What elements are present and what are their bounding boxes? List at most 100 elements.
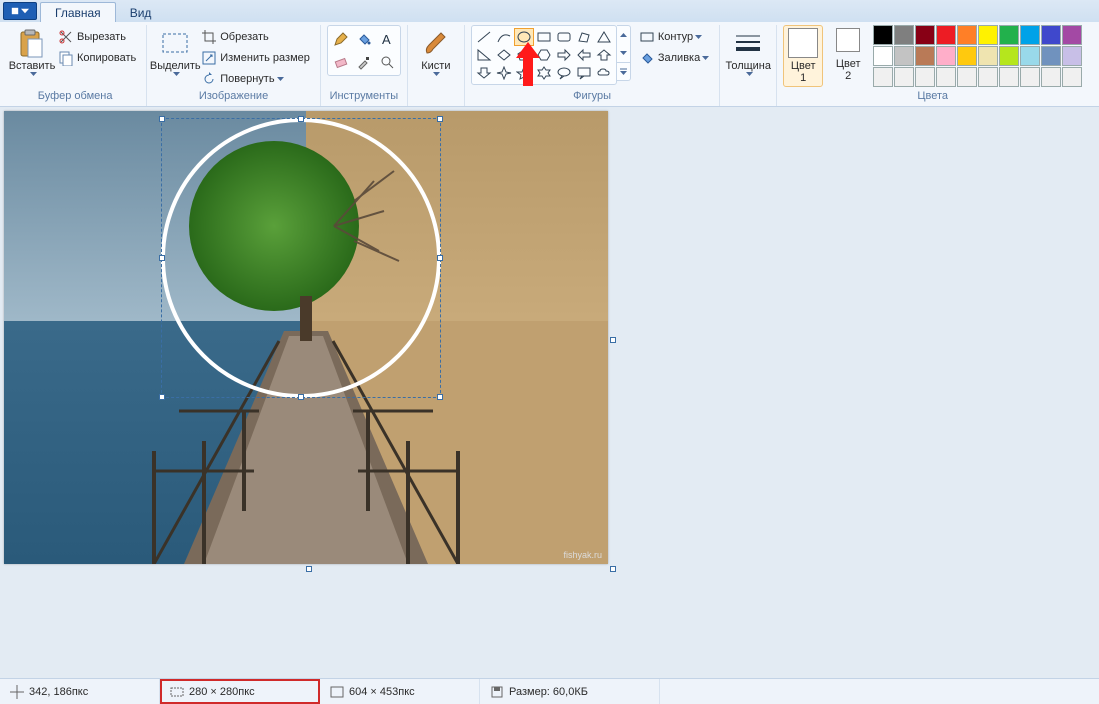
handle-ne[interactable]: [437, 116, 443, 122]
shape-scroll-up[interactable]: [617, 26, 630, 44]
color-swatch[interactable]: [1062, 46, 1082, 66]
color1-button[interactable]: Цвет 1: [783, 25, 823, 87]
color-swatch[interactable]: [999, 67, 1019, 87]
shape-pentagon[interactable]: [514, 46, 534, 64]
color-swatch[interactable]: [1041, 25, 1061, 45]
bucket-tool[interactable]: [353, 28, 375, 50]
shape-rarrow[interactable]: [554, 46, 574, 64]
chevron-down-icon: [30, 72, 37, 76]
color-swatch[interactable]: [915, 25, 935, 45]
color-swatch[interactable]: [1062, 67, 1082, 87]
shape-star5[interactable]: [514, 64, 534, 82]
color-swatch[interactable]: [873, 25, 893, 45]
shape-curve[interactable]: [494, 28, 514, 46]
color-swatch[interactable]: [957, 67, 977, 87]
color-swatch[interactable]: [915, 46, 935, 66]
color-swatch[interactable]: [894, 46, 914, 66]
paste-label: Вставить: [9, 60, 56, 72]
canvas-area[interactable]: fishyak.ru: [0, 107, 1099, 678]
magnifier-tool[interactable]: [376, 51, 398, 73]
shape-scroll-down[interactable]: [617, 44, 630, 62]
copy-button[interactable]: Копировать: [54, 48, 140, 68]
color-swatch[interactable]: [894, 67, 914, 87]
color-swatch[interactable]: [1020, 67, 1040, 87]
select-label: Выделить: [150, 60, 201, 72]
color-swatch[interactable]: [915, 67, 935, 87]
color-swatch[interactable]: [999, 46, 1019, 66]
shape-rectcallout[interactable]: [574, 64, 594, 82]
text-tool[interactable]: A: [376, 28, 398, 50]
color-swatch[interactable]: [978, 46, 998, 66]
shape-gallery-more[interactable]: [617, 62, 630, 80]
shape-rect[interactable]: [534, 28, 554, 46]
shape-larrow[interactable]: [574, 46, 594, 64]
eraser-tool[interactable]: [330, 51, 352, 73]
handle-s[interactable]: [298, 394, 304, 400]
shape-roundcallout[interactable]: [554, 64, 574, 82]
canvas[interactable]: fishyak.ru: [4, 111, 608, 564]
ribbon-tabs: Главная Вид: [40, 0, 165, 22]
resize-button[interactable]: Изменить размер: [197, 48, 314, 68]
shape-star6[interactable]: [534, 64, 554, 82]
color-swatch[interactable]: [1041, 46, 1061, 66]
canvas-handle-s[interactable]: [306, 566, 312, 572]
color-swatch[interactable]: [1020, 46, 1040, 66]
select-button[interactable]: Выделить: [153, 25, 197, 79]
color-swatch[interactable]: [873, 46, 893, 66]
tab-main[interactable]: Главная: [40, 2, 116, 22]
shape-roundrect[interactable]: [554, 28, 574, 46]
crop-button[interactable]: Обрезать: [197, 27, 314, 47]
color-swatch[interactable]: [936, 46, 956, 66]
tab-view[interactable]: Вид: [116, 3, 166, 22]
thickness-label: Толщина: [725, 60, 771, 72]
rotate-button[interactable]: Повернуть: [197, 69, 314, 89]
shape-oval[interactable]: [514, 28, 534, 46]
outline-button[interactable]: Контур: [635, 27, 713, 47]
shape-diamond[interactable]: [494, 46, 514, 64]
handle-se[interactable]: [437, 394, 443, 400]
color-swatch[interactable]: [1062, 25, 1082, 45]
handle-nw[interactable]: [159, 116, 165, 122]
fill-button[interactable]: Заливка: [635, 48, 713, 68]
canvas-handle-se[interactable]: [610, 566, 616, 572]
shape-triangle[interactable]: [594, 28, 614, 46]
handle-e[interactable]: [437, 255, 443, 261]
color2-button[interactable]: Цвет 2: [829, 25, 867, 85]
color-swatch[interactable]: [978, 25, 998, 45]
shape-gallery[interactable]: [471, 25, 617, 85]
pencil-tool[interactable]: [330, 28, 352, 50]
cut-button[interactable]: Вырезать: [54, 27, 140, 47]
shape-rtriangle[interactable]: [474, 46, 494, 64]
group-label-colors: Цвета: [917, 89, 948, 104]
status-filesize: Размер: 60,0КБ: [480, 679, 660, 704]
shape-cloud[interactable]: [594, 64, 614, 82]
shape-darrow[interactable]: [474, 64, 494, 82]
shape-uarrow[interactable]: [594, 46, 614, 64]
color-swatch[interactable]: [999, 25, 1019, 45]
picker-tool[interactable]: [353, 51, 375, 73]
color-swatch[interactable]: [894, 25, 914, 45]
color-swatch[interactable]: [957, 25, 977, 45]
handle-n[interactable]: [298, 116, 304, 122]
app-menu-button[interactable]: [3, 2, 37, 20]
selection-box[interactable]: [161, 118, 441, 398]
status-cursor-text: 342, 186пкс: [29, 686, 88, 698]
thickness-button[interactable]: Толщина: [726, 25, 770, 79]
color-swatch[interactable]: [936, 67, 956, 87]
color-swatch[interactable]: [936, 25, 956, 45]
canvas-handle-e[interactable]: [610, 337, 616, 343]
color-swatch[interactable]: [1041, 67, 1061, 87]
color-swatch[interactable]: [957, 46, 977, 66]
handle-sw[interactable]: [159, 394, 165, 400]
shape-hexagon[interactable]: [534, 46, 554, 64]
color-swatch[interactable]: [1020, 25, 1040, 45]
paste-button[interactable]: Вставить: [10, 25, 54, 79]
handle-w[interactable]: [159, 255, 165, 261]
status-canvas-text: 604 × 453пкс: [349, 686, 415, 698]
color-swatch[interactable]: [978, 67, 998, 87]
brushes-button[interactable]: Кисти: [414, 25, 458, 79]
color-swatch[interactable]: [873, 67, 893, 87]
shape-star4[interactable]: [494, 64, 514, 82]
shape-polygon[interactable]: [574, 28, 594, 46]
shape-line[interactable]: [474, 28, 494, 46]
